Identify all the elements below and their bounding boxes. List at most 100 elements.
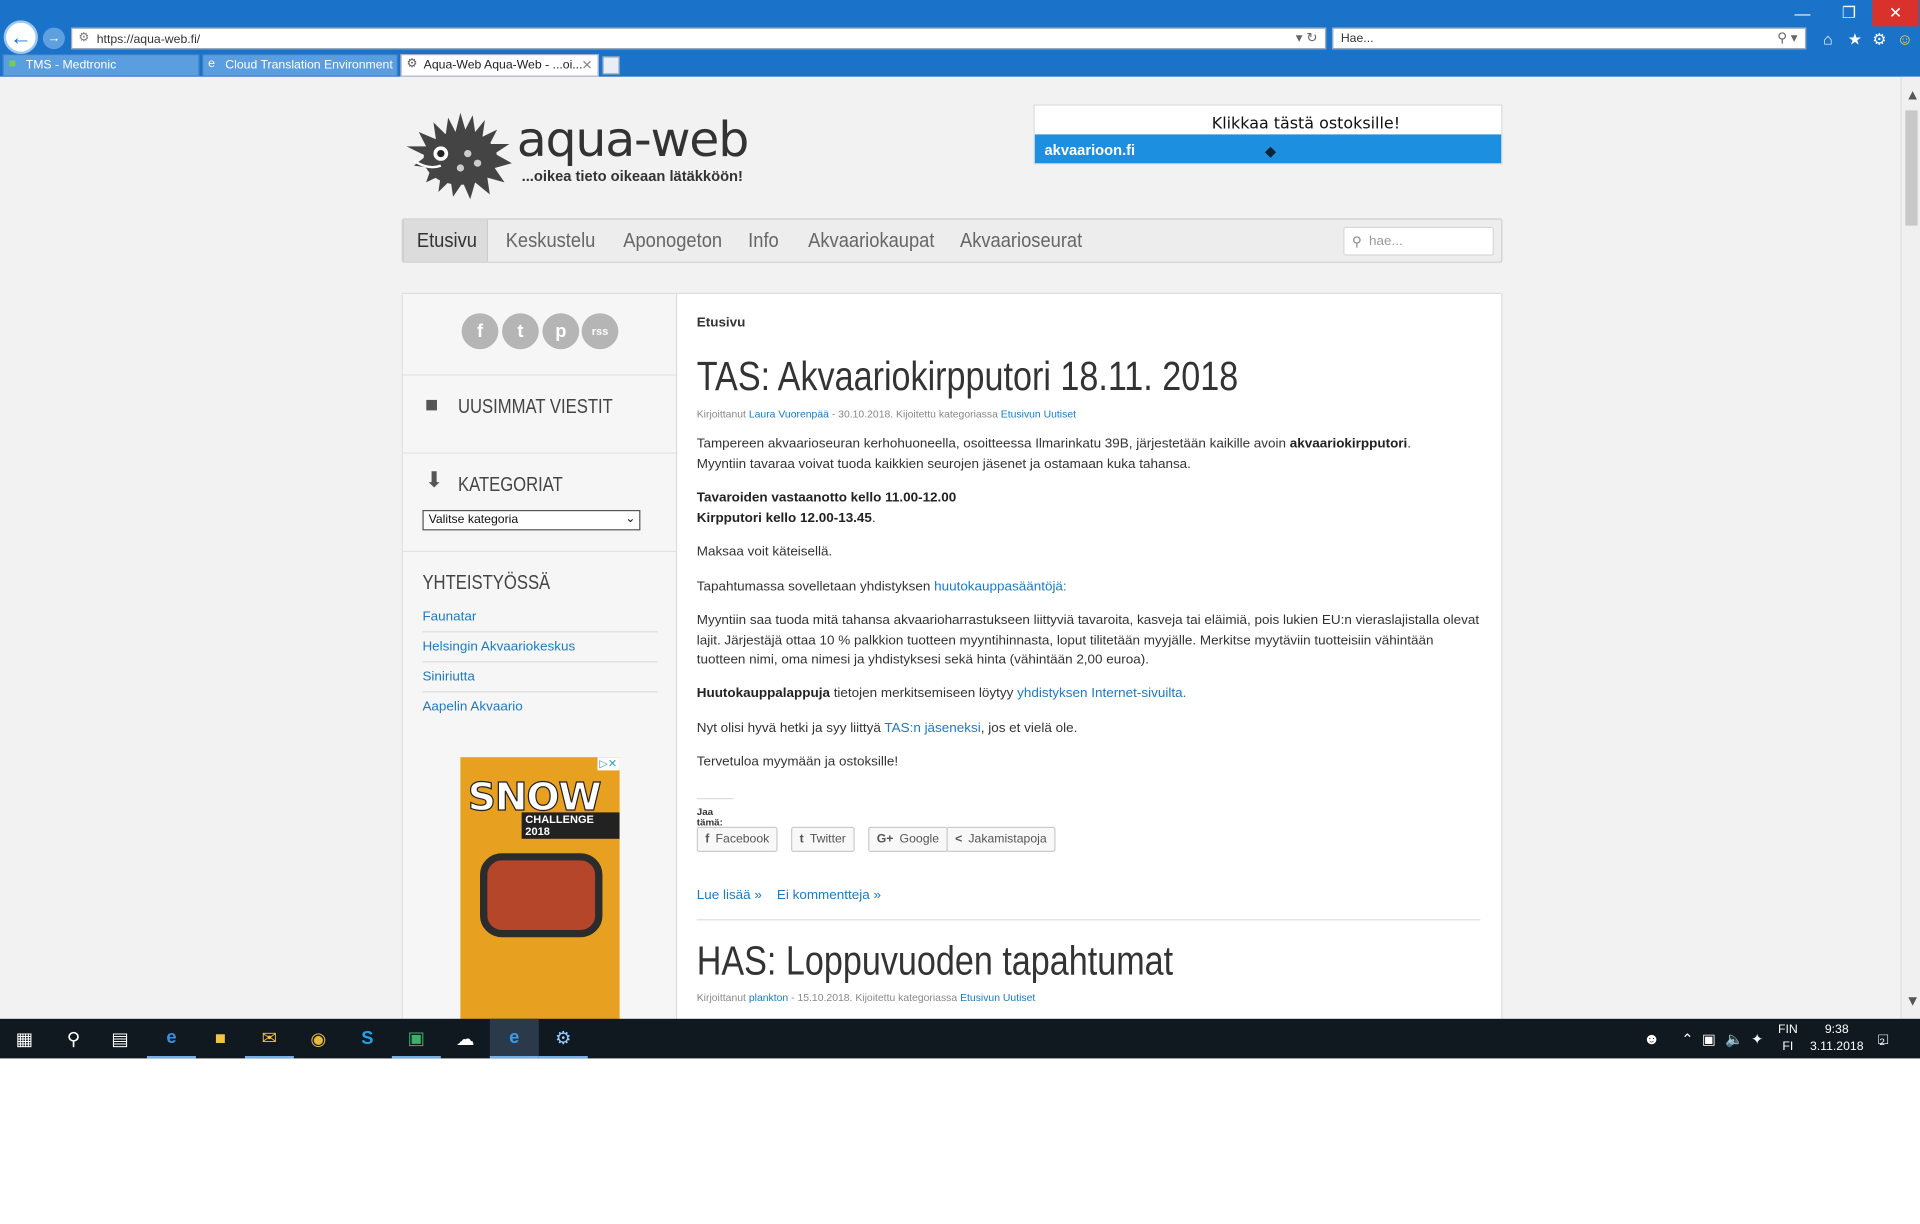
browser-search-box[interactable]: Hae... ⚲ ▾ xyxy=(1332,27,1807,50)
text: Tampereen akvaarioseuran kerhohuoneella,… xyxy=(696,436,1287,452)
content-area: f t p rss ■ UUSIMMAT VIESTIT ⬇ KATEGORIA… xyxy=(401,292,1503,1026)
share-more-button[interactable]: < Jakamistapoja xyxy=(946,826,1056,853)
network-icon[interactable]: ▣ xyxy=(1702,1019,1716,1059)
home-icon[interactable]: ⌂ xyxy=(1823,30,1833,48)
favorites-star-icon[interactable]: ★ xyxy=(1848,30,1862,49)
site-logo[interactable]: aqua-web ...oikea tieto oikeaan lätäkköö… xyxy=(404,108,771,202)
text-bold: akvaariokirpputori xyxy=(1289,436,1408,452)
snow-challenge-ad[interactable]: ▷✕ SNOW CHALLENGE 2018 xyxy=(460,757,620,1026)
fish-icon: ◆ xyxy=(1264,142,1277,160)
tab-favicon: ■ xyxy=(8,57,16,71)
app-icon[interactable]: ⚙ xyxy=(538,1019,588,1059)
share-twitter-button[interactable]: t Twitter xyxy=(791,826,855,853)
share-facebook-button[interactable]: f Facebook xyxy=(696,826,778,853)
post-meta-2: Kirjoittanut plankton - 15.10.2018. Kijo… xyxy=(697,991,1036,1003)
menu-item-akvaarioseurat[interactable]: Akvaarioseurat xyxy=(960,220,1082,262)
people-icon[interactable]: ☻ xyxy=(1643,1019,1660,1059)
search-icon[interactable]: ⚲ ▾ xyxy=(1777,30,1797,45)
share-label-text: Twitter xyxy=(809,832,846,847)
tab-tms-medtronic[interactable]: ■ TMS - Medtronic xyxy=(2,54,200,77)
tab-aqua-web[interactable]: ⚙ Aqua-Web Aqua-Web - ...oi... ✕ xyxy=(400,54,599,77)
text: . xyxy=(871,510,876,525)
address-bar[interactable]: ⚙ https://aqua-web.fi/ ▾ ↻ xyxy=(71,27,1327,50)
clock[interactable]: 9:38 3.11.2018 xyxy=(1810,1019,1864,1059)
volume-icon[interactable]: 🔈 xyxy=(1725,1019,1743,1059)
speech-bubble-icon: ■ xyxy=(424,392,439,417)
back-button[interactable]: ← xyxy=(3,20,38,55)
new-tab-button[interactable] xyxy=(602,56,620,75)
text: tietojen merkitsemiseen löytyy xyxy=(833,686,1014,701)
meta-prefix: Kirjoittanut xyxy=(696,408,746,421)
page-scrollbar[interactable]: ▲ ▼ xyxy=(1900,76,1920,1019)
tray-chevron-up-icon[interactable]: ⌃ xyxy=(1681,1019,1693,1059)
categories-heading: KATEGORIAT xyxy=(457,472,563,496)
sidebar: f t p rss ■ UUSIMMAT VIESTIT ⬇ KATEGORIA… xyxy=(402,294,678,1026)
scroll-thumb[interactable] xyxy=(1905,110,1918,226)
post-title-2[interactable]: HAS: Loppuvuoden tapahtumat xyxy=(697,938,1173,985)
task-view-icon[interactable]: ▤ xyxy=(96,1019,145,1059)
facebook-icon[interactable]: f xyxy=(461,313,499,350)
menu-item-info[interactable]: Info xyxy=(748,220,779,262)
search-icon[interactable]: ⚲ xyxy=(49,1019,98,1059)
smiley-feedback-icon[interactable]: ☺ xyxy=(1897,30,1913,48)
tab-cloud-translation[interactable]: e Cloud Translation Environment xyxy=(202,54,398,77)
read-more-link[interactable]: Lue lisää » xyxy=(697,888,762,902)
chrome-icon[interactable]: ◉ xyxy=(294,1019,343,1059)
internet-explorer-icon[interactable]: e xyxy=(489,1018,539,1059)
scroll-down-icon[interactable]: ▼ xyxy=(1905,992,1920,1009)
membership-link[interactable]: TAS:n jäseneksi xyxy=(884,721,980,735)
akvaarioon-banner-ad[interactable]: Klikkaa tästä ostoksille! akvaarioon.fi … xyxy=(1033,104,1503,165)
onedrive-icon[interactable]: ☁ xyxy=(441,1019,490,1059)
site-search-input[interactable]: ⚲ hae... xyxy=(1343,226,1494,256)
mail-icon[interactable]: ✉ xyxy=(244,1019,294,1059)
author-link[interactable]: plankton xyxy=(749,991,788,1003)
pinterest-icon[interactable]: p xyxy=(542,313,580,350)
spreadsheet-app-icon[interactable]: ▣ xyxy=(391,1019,441,1059)
post-paragraph: Nyt olisi hyvä hetki ja syy liittyä TAS:… xyxy=(697,719,1481,739)
arrow-right-icon: → xyxy=(47,31,61,46)
author-link[interactable]: Laura Vuorenpää xyxy=(749,408,829,420)
menu-item-etusivu[interactable]: Etusivu xyxy=(402,219,488,262)
partner-link-faunatar[interactable]: Faunatar xyxy=(422,602,658,633)
dropbox-icon[interactable]: ✦ xyxy=(1751,1019,1763,1059)
partner-link-aapelin-akvaario[interactable]: Aapelin Akvaario xyxy=(422,692,657,722)
language-indicator[interactable]: FIN FI xyxy=(1778,1019,1798,1059)
share-label-text: Facebook xyxy=(715,832,770,847)
close-tab-icon[interactable]: ✕ xyxy=(581,58,592,73)
action-center-icon[interactable]: □ 2 xyxy=(1878,1019,1888,1059)
text-bold: Huutokauppalappuja xyxy=(696,686,830,701)
minimize-button[interactable]: — xyxy=(1779,0,1826,27)
scroll-up-icon[interactable]: ▲ xyxy=(1905,86,1920,103)
restore-button[interactable]: ❐ xyxy=(1826,0,1873,26)
start-windows-icon[interactable]: ▦ xyxy=(0,1019,49,1059)
menu-item-akvaariokaupat[interactable]: Akvaariokaupat xyxy=(808,220,934,262)
twitter-icon[interactable]: t xyxy=(502,313,539,350)
internet-pages-link[interactable]: yhdistyksen Internet-sivuilta. xyxy=(1017,686,1186,700)
menu-item-aponogeton[interactable]: Aponogeton xyxy=(623,220,722,262)
category-link[interactable]: Etusivun Uutiset xyxy=(960,991,1035,1003)
settings-gear-icon[interactable]: ⚙ xyxy=(1872,30,1886,49)
partners-heading: YHTEISTYÖSSÄ xyxy=(422,571,551,594)
share-google-button[interactable]: G+ Google xyxy=(868,826,948,853)
partner-link-helsingin-akvaariokeskus[interactable]: Helsingin Akvaariokeskus xyxy=(422,632,658,663)
keyboard-code: FI xyxy=(1782,1039,1794,1053)
skype-icon[interactable]: S xyxy=(343,1019,392,1059)
forward-button[interactable]: → xyxy=(42,27,65,50)
post-title-1[interactable]: TAS: Akvaariokirpputori 18.11. 2018 xyxy=(697,354,1238,401)
text: . xyxy=(1407,436,1412,452)
comments-link[interactable]: Ei kommentteja » xyxy=(777,888,881,902)
post-paragraph: Tampereen akvaarioseuran kerhohuoneella,… xyxy=(697,434,1481,474)
browser-chrome: ← → ⚙ https://aqua-web.fi/ ▾ ↻ Hae... ⚲ … xyxy=(0,0,1920,77)
edge-icon[interactable]: e xyxy=(146,1019,196,1059)
category-link[interactable]: Etusivun Uutiset xyxy=(1001,408,1076,420)
category-select[interactable]: Valitse kategoria ⌄ xyxy=(422,510,641,531)
rss-icon[interactable]: rss xyxy=(581,313,619,350)
categories-section: ⬇ KATEGORIAT xyxy=(402,452,678,550)
refresh-icon[interactable]: ▾ ↻ xyxy=(1296,30,1318,45)
rules-link[interactable]: huutokauppasääntöjä: xyxy=(934,580,1067,594)
file-explorer-icon[interactable]: ■ xyxy=(196,1019,245,1059)
close-window-button[interactable]: ✕ xyxy=(1872,0,1919,27)
ad-choices-icon[interactable]: ▷✕ xyxy=(596,757,620,771)
menu-item-keskustelu[interactable]: Keskustelu xyxy=(506,220,596,262)
partner-link-siniriutta[interactable]: Siniriutta xyxy=(422,662,658,693)
